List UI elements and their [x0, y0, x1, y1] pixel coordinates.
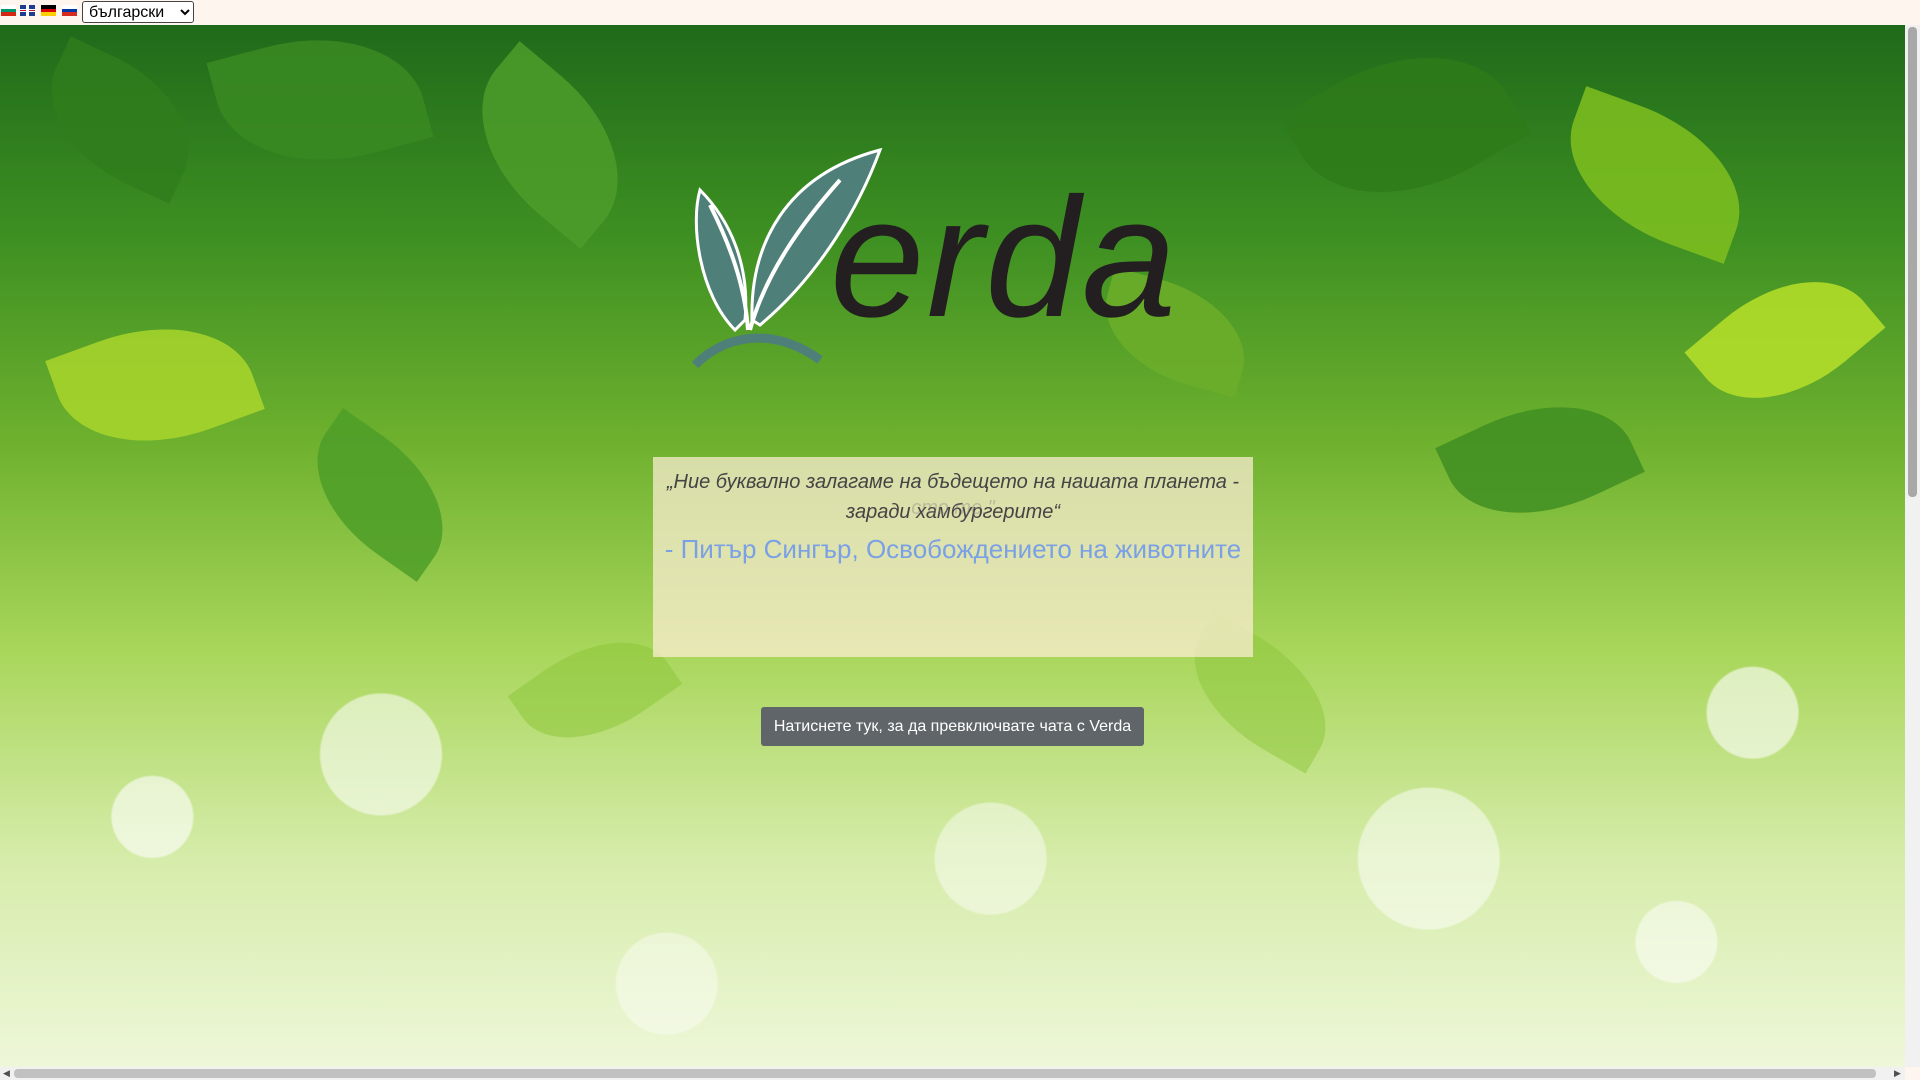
logo-text: erda — [830, 163, 1179, 353]
leaf-decoration — [442, 41, 658, 249]
leaf-decoration — [285, 408, 475, 582]
leaf-decoration — [24, 36, 216, 204]
vertical-scrollbar[interactable] — [1905, 25, 1920, 1067]
english-flag-icon[interactable] — [20, 5, 35, 16]
quote-text: „Ние буквално залагаме на бъдещето на на… — [666, 471, 1240, 523]
quote-author: - Питър Сингър, Освобождението на животн… — [664, 534, 1242, 564]
leaf-decoration — [45, 296, 265, 474]
main-background: erda сто те." „Ние буквално залагаме на … — [0, 25, 1905, 1067]
horizontal-scrollbar[interactable]: ◀ ▶ — [0, 1067, 1905, 1080]
leaf-decoration — [1545, 86, 1765, 264]
language-select[interactable]: български — [82, 1, 194, 23]
verda-logo: erda — [690, 145, 1230, 385]
scroll-left-arrow-icon[interactable]: ◀ — [3, 1067, 10, 1080]
bulgarian-flag-icon[interactable] — [1, 5, 16, 16]
leaf-decoration — [1279, 25, 1531, 239]
russian-flag-icon[interactable] — [62, 5, 77, 16]
vertical-scroll-thumb[interactable] — [1908, 27, 1917, 497]
german-flag-icon[interactable] — [41, 5, 56, 16]
leaf-decoration — [1684, 243, 1886, 437]
scroll-right-arrow-icon[interactable]: ▶ — [1894, 1067, 1901, 1080]
leaf-decoration — [1435, 372, 1645, 548]
horizontal-scroll-thumb[interactable] — [14, 1069, 1876, 1078]
language-bar: български — [0, 0, 1920, 25]
quote-box: сто те." „Ние буквално залагаме на бъдещ… — [653, 457, 1253, 657]
leaf-decoration — [206, 25, 434, 189]
chat-toggle-button[interactable]: Натиснете тук, за да превключвате чата с… — [761, 707, 1144, 746]
